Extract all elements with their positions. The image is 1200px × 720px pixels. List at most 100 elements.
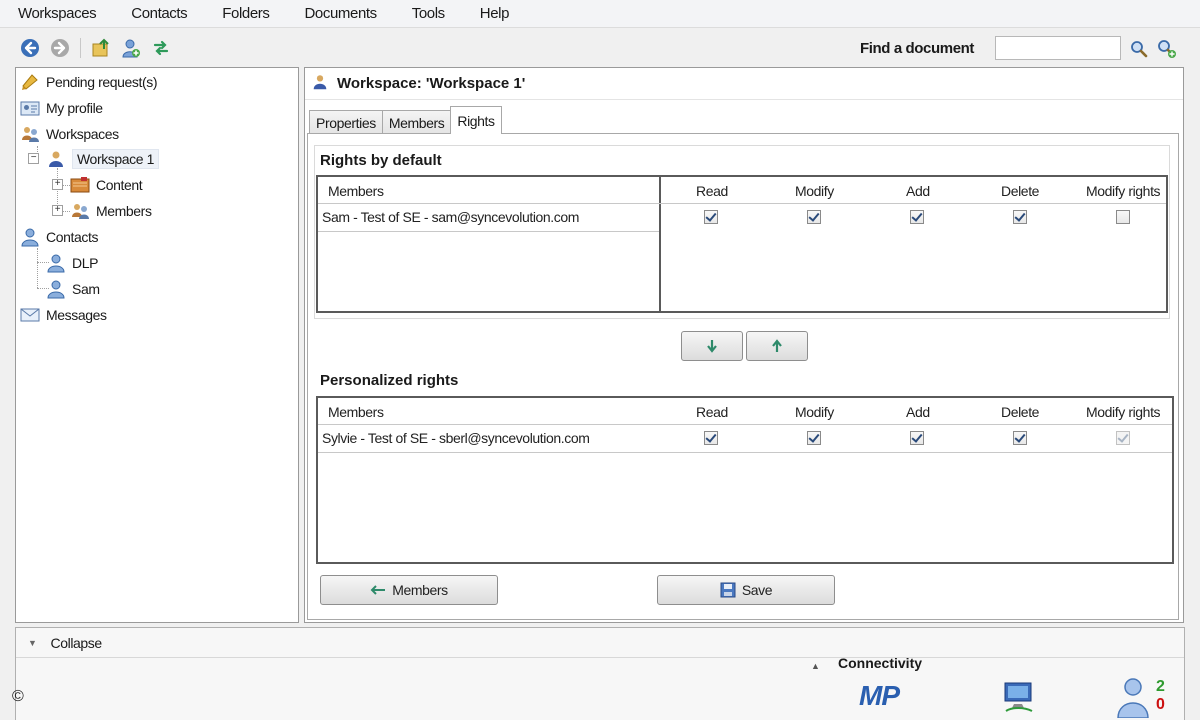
pending-request-icon [20,72,40,92]
tree-item-pending[interactable]: Pending request(s) [20,70,157,94]
sync-icon[interactable] [151,38,171,58]
menu-tools[interactable]: Tools [402,3,455,24]
tree-item-members[interactable]: Members [70,199,152,223]
modify-rights-checkbox[interactable] [1116,210,1130,224]
tree-expand-toggle[interactable]: + [52,179,63,190]
grid-line [318,203,1166,204]
tree-label: Contacts [46,229,99,245]
menu-documents[interactable]: Documents [294,3,386,24]
tree-item-workspaces[interactable]: Workspaces [20,122,119,146]
tree-label: Pending request(s) [46,74,158,90]
search-icon[interactable] [1128,38,1150,60]
tree-label: Members [96,203,152,219]
envelope-icon [20,305,40,325]
back-icon[interactable] [20,38,40,58]
contact-person-icon [46,279,66,299]
tree-item-workspace-1[interactable]: Workspace 1 [46,147,160,171]
arrow-down-icon [707,340,717,353]
network-computer-icon [1002,680,1036,717]
tree-item-content[interactable]: Content [70,173,143,197]
status-panel: ▼ Collapse ▲ Connectivity MP 2 0 [15,627,1185,720]
modify-rights-checkbox[interactable] [1116,431,1130,445]
menu-folders[interactable]: Folders [212,3,279,24]
tree-label: Workspace 1 [72,149,160,169]
move-up-button[interactable] [746,331,808,361]
column-header-members: Members [328,404,384,420]
rights-personal-grid: Members Read Modify Add Delete Modify ri… [316,396,1174,564]
back-to-members-button[interactable]: Members [320,575,498,605]
tree-expand-toggle[interactable]: + [52,205,63,216]
menu-help[interactable]: Help [470,3,519,24]
delete-checkbox[interactable] [1013,431,1027,445]
workspace-title: Workspace: 'Workspace 1' [337,75,526,92]
grid-line [318,424,1172,425]
column-header-read: Read [696,183,728,199]
menu-bar: Workspaces Contacts Folders Documents To… [0,0,1200,28]
button-label: Save [741,582,773,598]
floppy-disk-icon [720,582,736,598]
arrow-up-icon [772,339,782,352]
tree-item-dlp[interactable]: DLP [46,251,98,275]
users-online-icon [1116,676,1150,720]
tab-strip: Properties Members Rights [309,106,502,134]
chevron-down-icon: ▼ [28,637,37,648]
modify-checkbox[interactable] [807,431,821,445]
tree-line [62,211,70,212]
collapse-toggle[interactable]: ▼ Collapse [16,628,1184,658]
upload-document-icon[interactable] [91,38,111,58]
workspace-icon [311,73,329,94]
read-checkbox[interactable] [704,431,718,445]
rights-personal-title: Personalized rights [320,372,459,389]
add-contact-icon[interactable] [121,38,141,58]
tree-label: My profile [46,100,103,116]
find-document-input[interactable] [995,36,1121,60]
rights-default-grid: Members Read Modify Add Delete Modify ri… [316,175,1168,313]
forward-icon[interactable] [50,38,70,58]
tree-label: Messages [46,307,107,323]
add-checkbox[interactable] [910,431,924,445]
tree-label: Content [96,177,143,193]
menu-workspaces[interactable]: Workspaces [8,3,106,24]
profile-card-icon [20,98,40,118]
rights-tab-content: Rights by default Members Read Modify Ad… [307,133,1179,620]
column-header-read: Read [696,404,728,420]
add-checkbox[interactable] [910,210,924,224]
grid-divider [659,177,661,313]
tree-label: Sam [72,281,100,297]
toolbar-separator [80,38,81,58]
user-counts: 2 0 [1156,678,1165,714]
grid-line [318,452,1172,453]
move-down-button[interactable] [681,331,743,361]
member-cell: Sam - Test of SE - sam@syncevolution.com [322,209,580,225]
rights-default-title: Rights by default [320,152,442,169]
column-header-modify: Modify [795,404,834,420]
workspaces-icon [20,124,40,144]
toolbar: Find a document [0,30,1200,66]
column-header-modify: Modify [795,183,834,199]
column-header-delete: Delete [1001,183,1040,199]
tab-properties[interactable]: Properties [309,110,383,134]
workspace-header: Workspace: 'Workspace 1' [305,68,1183,100]
tree-item-messages[interactable]: Messages [20,303,107,327]
workspace-icon [46,149,66,169]
tab-members[interactable]: Members [381,110,452,134]
tab-rights[interactable]: Rights [450,106,502,134]
advanced-search-icon[interactable] [1156,38,1178,60]
save-button[interactable]: Save [657,575,835,605]
tree-item-my-profile[interactable]: My profile [20,96,103,120]
tree-collapse-toggle[interactable]: − [28,153,39,164]
delete-checkbox[interactable] [1013,210,1027,224]
copyright-mark: © [12,688,24,705]
tree-label: DLP [72,255,99,271]
mp-logo: MP [859,680,900,711]
menu-contacts[interactable]: Contacts [121,3,197,24]
modify-checkbox[interactable] [807,210,821,224]
column-header-modify-rights: Modify rights [1086,404,1161,420]
column-header-add: Add [906,404,930,420]
read-checkbox[interactable] [704,210,718,224]
tree-line [62,185,70,186]
button-label: Members [392,582,448,598]
tree-item-contacts[interactable]: Contacts [20,225,98,249]
scroll-up-icon[interactable]: ▲ [811,661,820,671]
tree-item-sam[interactable]: Sam [46,277,100,301]
